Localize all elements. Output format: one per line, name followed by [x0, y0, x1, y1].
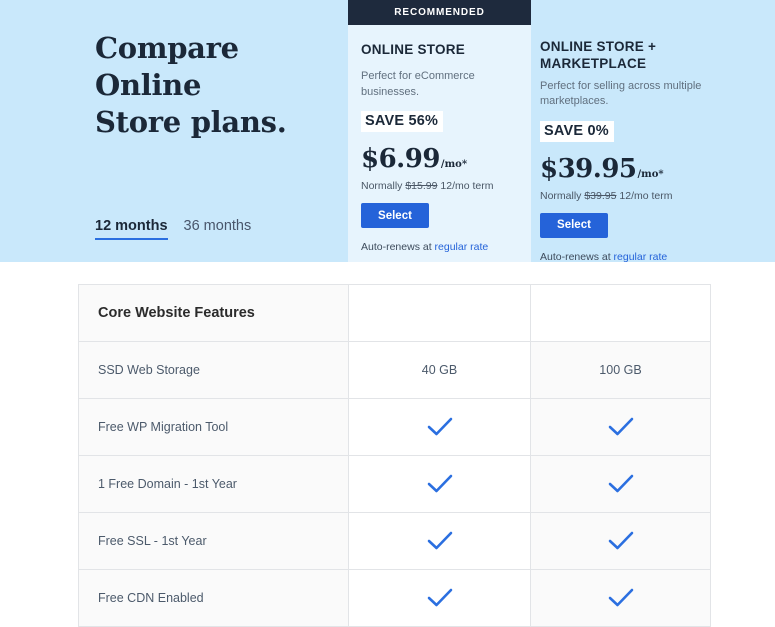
- page-title-line2: Store plans.: [95, 105, 287, 140]
- normally-term: 12/mo term: [440, 180, 494, 193]
- normally-prefix: Normally: [361, 180, 403, 193]
- feature-section-title: Core Website Features: [78, 284, 349, 342]
- feature-label: SSD Web Storage: [78, 341, 349, 399]
- plan-price: $6.99 /mo*: [361, 144, 518, 174]
- table-row: Free CDN Enabled: [78, 569, 711, 627]
- checkmark-icon: [608, 531, 633, 550]
- plan-card-body: ONLINE STORE + MARKETPLACE Perfect for s…: [531, 0, 775, 262]
- feature-value-plan-a: [348, 455, 531, 513]
- plan-card-body: ONLINE STORE Perfect for eCommerce busin…: [348, 25, 531, 253]
- feature-label: Free WP Migration Tool: [78, 398, 349, 456]
- feature-header-plan-b: [530, 284, 711, 342]
- checkmark-icon: [608, 588, 633, 607]
- feature-value-plan-b: [530, 569, 711, 627]
- table-row: 1 Free Domain - 1st Year: [78, 455, 711, 513]
- checkmark-icon: [427, 588, 452, 607]
- checkmark-icon: [608, 474, 633, 493]
- price-amount: $6.99: [361, 144, 440, 175]
- regular-rate-link[interactable]: regular rate: [435, 241, 489, 253]
- hero-left: Compare Online Store plans. 12 months 36…: [0, 0, 348, 262]
- normally-line: Normally $15.99 12/mo term: [361, 180, 518, 192]
- normally-prefix: Normally: [540, 189, 582, 202]
- save-badge: SAVE 56%: [361, 111, 444, 133]
- auto-renew-prefix: Auto-renews at: [361, 241, 432, 254]
- feature-value-plan-a: [348, 512, 531, 570]
- term-option-36-months[interactable]: 36 months: [184, 218, 252, 234]
- feature-label: 1 Free Domain - 1st Year: [78, 455, 349, 513]
- feature-value-plan-a: 40 GB: [348, 341, 531, 399]
- feature-value: 40 GB: [421, 363, 458, 377]
- plan-card-online-store-marketplace: ONLINE STORE + MARKETPLACE Perfect for s…: [531, 0, 775, 262]
- checkmark-icon: [427, 531, 452, 550]
- feature-label: Free SSL - 1st Year: [78, 512, 349, 570]
- page-title-line1: Compare Online: [95, 31, 239, 103]
- plan-description: Perfect for eCommerce businesses.: [361, 70, 475, 98]
- normally-line: Normally $39.95 12/mo term: [540, 190, 762, 202]
- plan-card-online-store: RECOMMENDED ONLINE STORE Perfect for eCo…: [348, 0, 531, 262]
- select-button[interactable]: Select: [361, 203, 429, 229]
- feature-header-plan-a: [348, 284, 531, 342]
- feature-label: Free CDN Enabled: [78, 569, 349, 627]
- feature-value-plan-b: [530, 398, 711, 456]
- plan-description: Perfect for selling across multiple mark…: [540, 79, 702, 108]
- feature-value-plan-a: [348, 398, 531, 456]
- recommended-ribbon: RECOMMENDED: [348, 0, 531, 25]
- plan-name: ONLINE STORE + MARKETPLACE: [540, 39, 657, 72]
- feature-table-body: Core Website Features SSD Web Storage 40 …: [78, 284, 711, 627]
- table-row: SSD Web Storage 40 GB 100 GB: [78, 341, 711, 399]
- normally-term: 12/mo term: [619, 189, 673, 202]
- select-button[interactable]: Select: [540, 212, 608, 238]
- auto-renew-note: Auto-renews at regular rate: [540, 251, 762, 262]
- price-amount: $39.95: [540, 153, 637, 184]
- auto-renew-note: Auto-renews at regular rate: [361, 241, 518, 253]
- hero-section: Compare Online Store plans. 12 months 36…: [0, 0, 775, 262]
- regular-rate-link[interactable]: regular rate: [614, 251, 668, 262]
- feature-section-header-row: Core Website Features: [78, 284, 711, 342]
- price-period: /mo*: [440, 159, 468, 171]
- page-title: Compare Online Store plans.: [95, 30, 314, 141]
- feature-value-plan-b: 100 GB: [530, 341, 711, 399]
- feature-value-plan-a: [348, 569, 531, 627]
- auto-renew-prefix: Auto-renews at: [540, 250, 611, 262]
- checkmark-icon: [427, 417, 452, 436]
- normally-original-price: $15.99: [405, 180, 438, 193]
- term-toggle: 12 months 36 months: [95, 218, 251, 240]
- feature-value-plan-b: [530, 512, 711, 570]
- feature-comparison-table: Core Website Features SSD Web Storage 40 …: [78, 284, 711, 627]
- feature-value-plan-b: [530, 455, 711, 513]
- price-period: /mo*: [637, 168, 664, 180]
- plan-name: ONLINE STORE: [361, 42, 466, 57]
- save-badge: SAVE 0%: [540, 120, 614, 142]
- checkmark-icon: [427, 474, 452, 493]
- feature-value: 100 GB: [599, 363, 642, 377]
- plan-price: $39.95 /mo*: [540, 154, 762, 184]
- table-row: Free WP Migration Tool: [78, 398, 711, 456]
- checkmark-icon: [608, 417, 633, 436]
- term-option-12-months[interactable]: 12 months: [95, 218, 168, 240]
- normally-original-price: $39.95: [584, 189, 617, 202]
- table-row: Free SSL - 1st Year: [78, 512, 711, 570]
